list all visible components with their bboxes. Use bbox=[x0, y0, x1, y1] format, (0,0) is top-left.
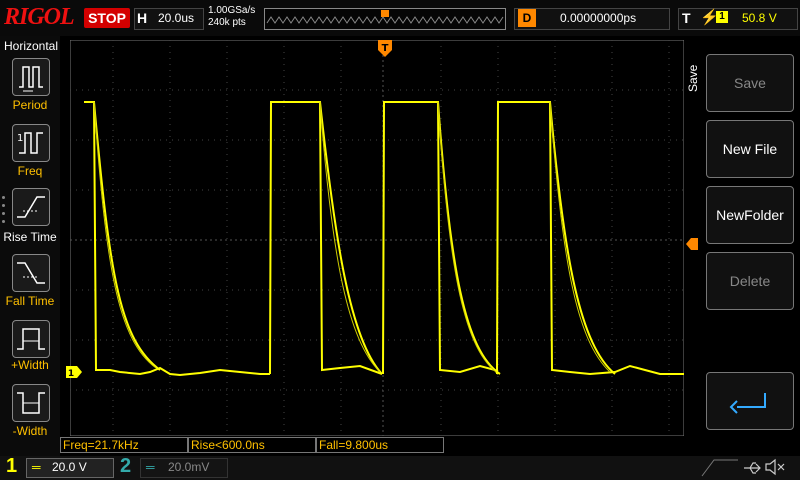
delete-button[interactable]: Delete bbox=[706, 252, 794, 310]
fall-time-label: Fall Time bbox=[5, 294, 55, 308]
scroll-dot bbox=[2, 204, 5, 207]
trigger-position-text: T bbox=[382, 43, 389, 54]
return-button[interactable] bbox=[706, 372, 794, 430]
return-arrow-icon bbox=[729, 393, 766, 414]
overview-trigger-marker bbox=[381, 10, 389, 17]
new-file-button[interactable]: New File bbox=[706, 120, 794, 178]
right-menu-title: Save bbox=[686, 64, 700, 92]
run-stop-status[interactable]: STOP bbox=[84, 8, 130, 28]
ch2-number[interactable]: 2 bbox=[120, 455, 131, 478]
freq-icon[interactable]: 1 bbox=[12, 124, 50, 162]
rigol-logo: RIGOL bbox=[4, 4, 75, 30]
left-menu-title: Horizontal bbox=[4, 39, 59, 53]
delay-label: D bbox=[518, 9, 536, 27]
usb-icon bbox=[744, 462, 761, 474]
ch1-coupling-icon: ═ bbox=[32, 460, 41, 474]
rise-time-label: Rise Time bbox=[3, 230, 57, 244]
bottom-menu-tab[interactable] bbox=[700, 456, 740, 478]
freq-label: Freq bbox=[17, 164, 43, 178]
trigger-level-marker[interactable] bbox=[686, 238, 698, 250]
delay-value: 0.00000000ps bbox=[560, 11, 637, 25]
ch2-scale: 20.0mV bbox=[168, 460, 210, 474]
fall-time-icon[interactable] bbox=[12, 254, 50, 292]
trigger-position-marker[interactable]: T bbox=[378, 40, 392, 58]
sample-rate: 1.00GSa/s bbox=[208, 5, 256, 16]
period-label: Period bbox=[12, 98, 48, 112]
ch1-scale: 20.0 V bbox=[52, 460, 87, 474]
freq-measurement[interactable]: Freq=21.7kHz bbox=[60, 437, 188, 453]
scroll-dot bbox=[2, 196, 5, 199]
new-folder-button[interactable]: NewFolder bbox=[706, 186, 794, 244]
ch1-ground-text: 1 bbox=[68, 369, 74, 378]
rise-time-icon[interactable] bbox=[12, 188, 50, 226]
trigger-level: 50.8 V bbox=[742, 11, 777, 25]
memory-depth: 240k pts bbox=[208, 17, 246, 28]
mute-icon[interactable] bbox=[764, 458, 786, 476]
ch2-coupling-icon: ═ bbox=[146, 460, 155, 474]
rise-measurement[interactable]: Rise<600.0ns bbox=[188, 437, 316, 453]
scroll-dot bbox=[2, 220, 5, 223]
overview-wave bbox=[266, 16, 504, 24]
trigger-box[interactable] bbox=[678, 8, 798, 30]
svg-text:1: 1 bbox=[17, 133, 23, 144]
fall-measurement[interactable]: Fall=9.800us bbox=[316, 437, 444, 453]
ch1-ground-marker[interactable]: 1 bbox=[66, 366, 82, 378]
timebase-label: H bbox=[137, 10, 148, 26]
ch1-number[interactable]: 1 bbox=[6, 455, 17, 478]
scroll-dot bbox=[2, 212, 5, 215]
waveform-display[interactable] bbox=[70, 40, 684, 436]
save-button[interactable]: Save bbox=[706, 54, 794, 112]
timebase-scale: 20.0us bbox=[158, 11, 195, 25]
period-icon[interactable] bbox=[12, 58, 50, 96]
negative-width-label: -Width bbox=[12, 424, 48, 438]
negative-width-icon[interactable] bbox=[12, 384, 50, 422]
positive-width-label: +Width bbox=[11, 358, 49, 372]
trigger-label: T bbox=[682, 10, 691, 26]
positive-width-icon[interactable] bbox=[12, 320, 50, 358]
trigger-source: 1 bbox=[716, 11, 728, 23]
memory-waveform-overview[interactable] bbox=[264, 8, 506, 30]
